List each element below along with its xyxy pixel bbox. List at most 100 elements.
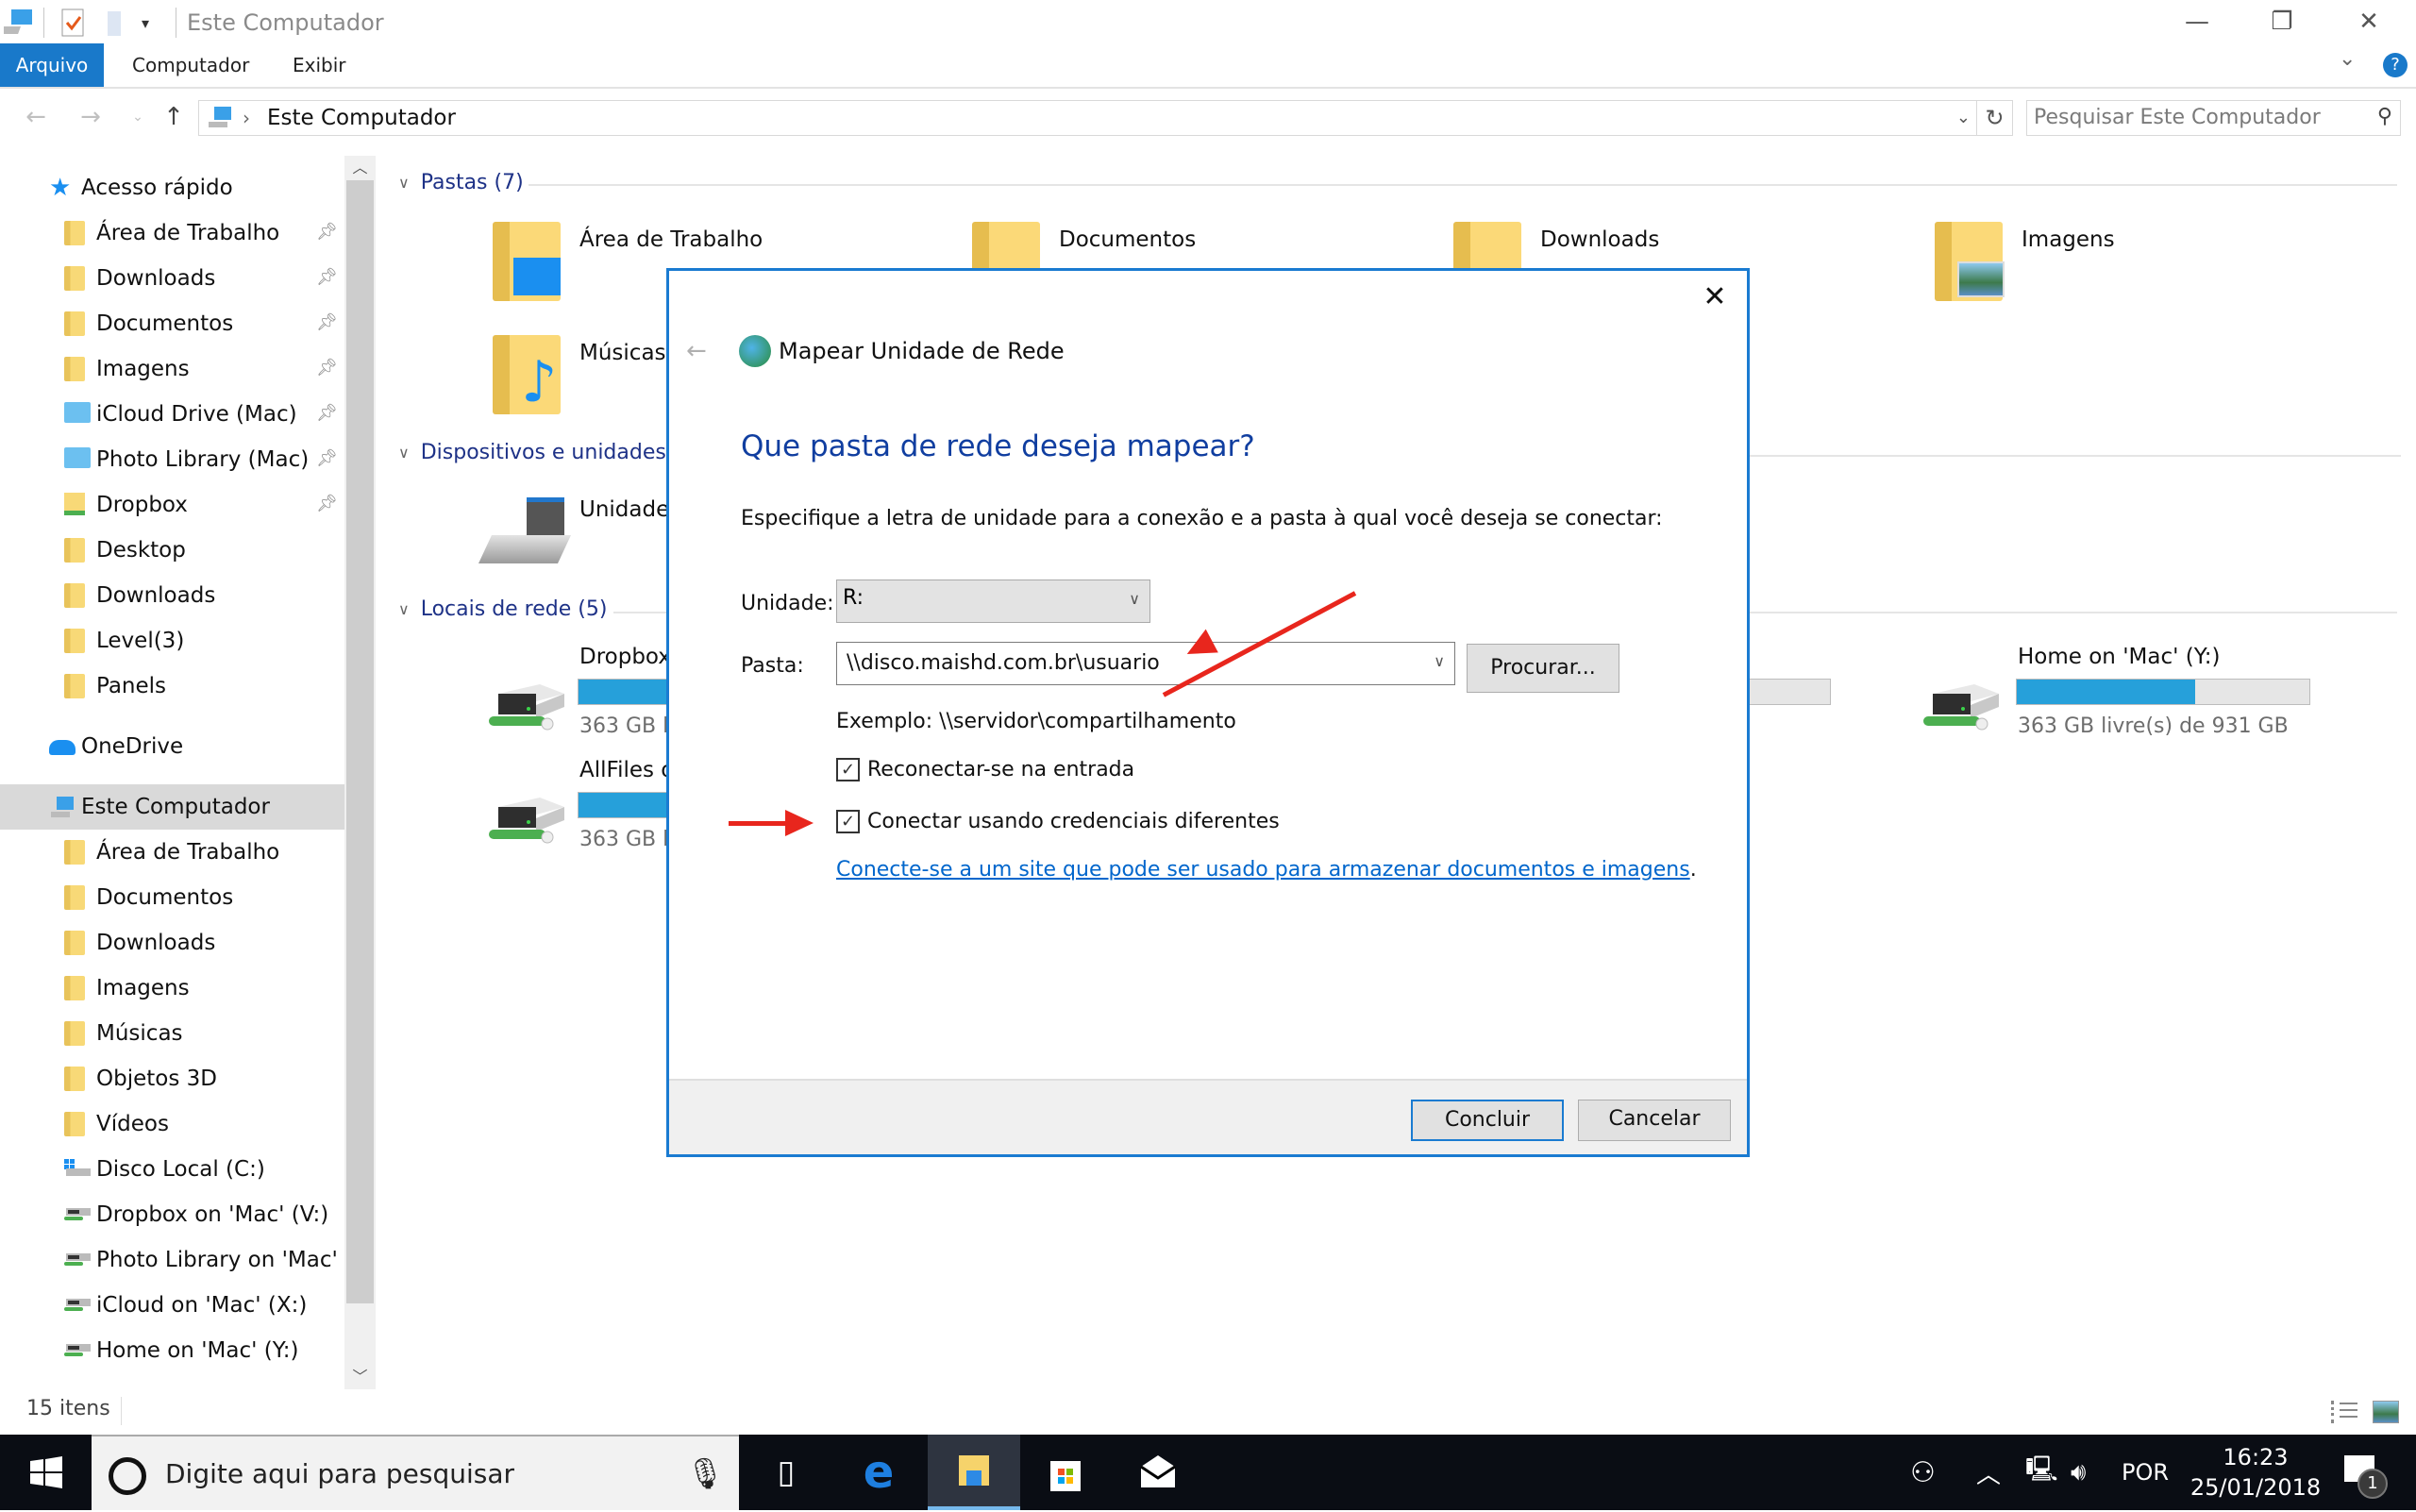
expand-ribbon-icon[interactable]: ⌄: [2339, 47, 2356, 71]
refresh-button[interactable]: ↻: [1977, 100, 2013, 136]
sidebar-item[interactable]: Desktop: [0, 528, 344, 573]
taskbar-search[interactable]: Digite aqui para pesquisar 🎙︎: [92, 1435, 739, 1510]
search-icon[interactable]: ⚲: [2377, 105, 2392, 128]
sidebar-item[interactable]: Objetos 3D: [0, 1056, 344, 1101]
sidebar-item[interactable]: Imagens: [0, 966, 344, 1011]
properties-icon[interactable]: [60, 6, 87, 40]
breadcrumb-separator[interactable]: ›: [243, 101, 250, 135]
start-button[interactable]: [0, 1435, 92, 1510]
large-icons-view-icon[interactable]: [2373, 1401, 2399, 1423]
store-icon[interactable]: [1019, 1435, 1112, 1510]
divider: [1750, 455, 2401, 457]
search-box[interactable]: Pesquisar Este Computador ⚲: [2026, 100, 2401, 136]
close-button[interactable]: ✕: [2325, 0, 2412, 43]
breadcrumb-este-computador[interactable]: Este Computador: [267, 101, 456, 135]
sidebar-item[interactable]: Área de Trabalho 📌︎: [0, 210, 344, 256]
mail-icon[interactable]: [1112, 1435, 1204, 1510]
sidebar-item[interactable]: Disco Local (C:): [0, 1147, 344, 1192]
minimize-button[interactable]: —: [2154, 0, 2240, 43]
sidebar-item[interactable]: Downloads: [0, 573, 344, 618]
maximize-button[interactable]: ❐: [2239, 0, 2325, 43]
cancel-button[interactable]: Cancelar: [1578, 1100, 1731, 1141]
scrollbar-thumb[interactable]: [346, 180, 374, 1303]
taskbar-search-input[interactable]: Digite aqui para pesquisar: [165, 1436, 514, 1512]
folder-label: Documentos: [1059, 227, 1197, 252]
path-input[interactable]: \\disco.maishd.com.br\usuario ∨: [836, 642, 1455, 685]
reconnect-checkbox[interactable]: ✓: [836, 758, 860, 781]
volume-icon[interactable]: 🔊︎: [2071, 1435, 2086, 1510]
sidebar-item[interactable]: Músicas: [0, 1011, 344, 1056]
sidebar-item[interactable]: Photo Library (Mac) 📌︎: [0, 437, 344, 482]
tab-computador[interactable]: Computador: [111, 43, 270, 87]
customize-qat-icon[interactable]: ▾: [142, 6, 149, 40]
dialog-close-button[interactable]: ✕: [1696, 278, 1734, 316]
show-hidden-icons[interactable]: ︿: [1976, 1435, 2001, 1510]
unit-select[interactable]: R: ∨: [836, 580, 1150, 623]
details-view-icon[interactable]: [2331, 1401, 2357, 1423]
sidebar-item-label: Downloads: [96, 583, 216, 608]
credentials-checkbox[interactable]: ✓: [836, 810, 860, 833]
pin-icon[interactable]: 📌︎: [316, 267, 338, 287]
chevron-down-icon[interactable]: ∨: [1434, 652, 1445, 670]
sidebar-item[interactable]: Este Computador: [0, 784, 344, 830]
pin-icon[interactable]: 📌︎: [316, 358, 338, 378]
sidebar-item[interactable]: Imagens 📌︎: [0, 346, 344, 392]
people-icon[interactable]: ⚇: [1910, 1435, 1936, 1510]
credentials-checkbox-row[interactable]: ✓ Conectar usando credenciais diferentes: [836, 810, 1280, 833]
pin-icon[interactable]: 📌︎: [316, 222, 338, 242]
file-explorer-icon[interactable]: [928, 1435, 1020, 1510]
up-button[interactable]: ↑: [157, 100, 191, 134]
search-input[interactable]: Pesquisar Este Computador: [2034, 101, 2321, 135]
pin-icon[interactable]: 📌︎: [316, 403, 338, 423]
clock[interactable]: 16:23 25/01/2018: [2190, 1442, 2322, 1503]
language-indicator[interactable]: POR: [2122, 1435, 2169, 1510]
back-button[interactable]: ←: [19, 100, 53, 134]
sidebar-item[interactable]: Área de Trabalho: [0, 830, 344, 875]
edge-icon[interactable]: e: [832, 1435, 925, 1510]
back-arrow-icon[interactable]: ←: [686, 337, 707, 365]
pin-icon[interactable]: 📌︎: [316, 494, 338, 513]
group-header-network[interactable]: ∨ Locais de rede (5): [398, 597, 607, 621]
sidebar-item[interactable]: Home on 'Mac' (Y:): [0, 1328, 344, 1373]
sidebar-item[interactable]: Vídeos: [0, 1101, 344, 1147]
sidebar-item[interactable]: Dropbox on 'Mac' (V:): [0, 1192, 344, 1237]
scroll-up-icon[interactable]: ︿: [344, 156, 376, 180]
pin-icon[interactable]: 📌︎: [316, 312, 338, 332]
finish-button[interactable]: Concluir: [1411, 1100, 1564, 1141]
icloud-folder-icon: [64, 402, 91, 427]
sidebar-item[interactable]: Dropbox 📌︎: [0, 482, 344, 528]
status-bar: 15 itens: [0, 1389, 2416, 1435]
forward-button[interactable]: →: [74, 100, 108, 134]
address-bar[interactable]: › Este Computador ⌄: [198, 100, 1977, 136]
sidebar-item[interactable]: Downloads 📌︎: [0, 256, 344, 301]
sidebar-item[interactable]: Level(3): [0, 618, 344, 664]
sidebar-item[interactable]: Documentos: [0, 875, 344, 920]
task-view-icon[interactable]: ▯: [740, 1435, 832, 1510]
sidebar-item[interactable]: OneDrive: [0, 724, 344, 769]
microphone-icon[interactable]: 🎙︎: [686, 1455, 725, 1491]
recent-locations-icon[interactable]: ⌄: [121, 100, 155, 134]
sidebar-item[interactable]: Panels: [0, 664, 344, 709]
tab-exibir[interactable]: Exibir: [272, 43, 367, 87]
pin-icon[interactable]: 📌︎: [316, 448, 338, 468]
connect-site-link[interactable]: Conecte-se a um site que pode ser usado …: [836, 858, 1690, 882]
sidebar-item[interactable]: iCloud on 'Mac' (X:): [0, 1283, 344, 1328]
group-header-folders[interactable]: ∨ Pastas (7): [398, 171, 524, 194]
nav-scrollbar[interactable]: ︿ ﹀: [344, 156, 376, 1389]
new-folder-icon[interactable]: [106, 6, 126, 40]
sidebar-item[interactable]: Documentos 📌︎: [0, 301, 344, 346]
tab-arquivo[interactable]: Arquivo: [0, 43, 104, 87]
sidebar-item[interactable]: Downloads: [0, 920, 344, 966]
reconnect-checkbox-row[interactable]: ✓ Reconectar-se na entrada: [836, 758, 1134, 781]
network-icon[interactable]: 🖳︎: [2025, 1435, 2058, 1510]
scroll-down-icon[interactable]: ﹀: [344, 1365, 376, 1389]
sidebar-item[interactable]: Photo Library on 'Mac' (W:): [0, 1237, 344, 1283]
browse-button[interactable]: Procurar...: [1467, 644, 1619, 693]
computer-icon: [207, 105, 235, 135]
group-header-devices[interactable]: ∨ Dispositivos e unidades: [398, 441, 666, 464]
address-dropdown-icon[interactable]: ⌄: [1956, 101, 1971, 135]
sidebar-item[interactable]: ★ Acesso rápido: [0, 165, 344, 210]
sidebar-item[interactable]: iCloud Drive (Mac) 📌︎: [0, 392, 344, 437]
help-icon[interactable]: ?: [2383, 53, 2408, 77]
sidebar-item-label: Acesso rápido: [81, 176, 233, 200]
